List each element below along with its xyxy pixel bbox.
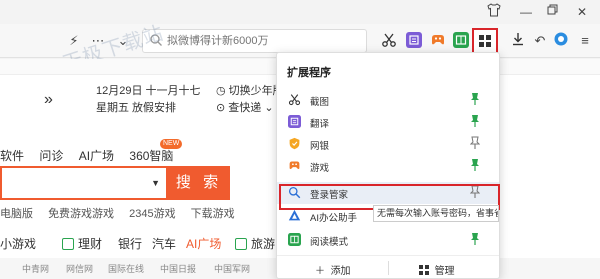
close-icon[interactable]: ✕ (572, 3, 592, 21)
nav-link[interactable]: 汽车 (152, 235, 176, 252)
scissors-icon[interactable] (381, 32, 397, 48)
quick-links: ◷ 切换少年版 ⊙ 查快递 ⌄ (216, 83, 284, 117)
grid-icon (479, 35, 491, 47)
bottom-link[interactable]: 中国军网 (214, 260, 250, 278)
bottom-link[interactable]: 中国日报 (160, 260, 196, 278)
pin-outline-icon[interactable] (470, 136, 480, 150)
add-extension-button[interactable]: ＋ 添加 (315, 262, 351, 277)
download-icon[interactable] (508, 31, 528, 51)
nav-row-1: 软件 问诊 AI广场 360智脑 (0, 147, 185, 164)
extension-label: 翻译 (310, 119, 330, 130)
extension-item-reader[interactable]: 阅读模式 (277, 229, 499, 251)
bottom-link[interactable]: 中青网 (22, 260, 49, 278)
restore-icon[interactable] (543, 3, 563, 21)
nav-link[interactable]: 360智脑 (129, 149, 173, 163)
hotword-link[interactable]: 下载游戏 (191, 208, 235, 220)
new-badge: NEW (160, 139, 183, 149)
tooltip: 无需每次输入账号密码，省事省心！ (373, 205, 499, 222)
nav-link-ai[interactable]: AI广场 (186, 235, 221, 252)
bottom-link[interactable]: 网信网 (66, 260, 93, 278)
popup-title: 扩展程序 (287, 67, 331, 79)
hotword-link[interactable]: 2345游戏 (129, 208, 175, 220)
gamepad-icon[interactable] (430, 32, 446, 48)
extensions-button[interactable] (472, 28, 498, 54)
youth-mode-link[interactable]: ◷ 切换少年版 (216, 83, 284, 100)
nav-link[interactable]: 小游戏 (0, 235, 36, 252)
finance-icon (62, 238, 74, 250)
divider (388, 261, 389, 275)
nav-link[interactable]: AI广场 (79, 149, 114, 163)
extension-label: 网银 (310, 141, 330, 152)
hotword-link[interactable]: 免费游戏游戏 (48, 208, 114, 220)
menu-icon[interactable]: ≡ (575, 31, 595, 51)
grid-icon (419, 265, 429, 275)
pin-icon[interactable] (470, 158, 480, 172)
nav-link[interactable]: 银行 (118, 235, 142, 252)
ai-assistant-icon (288, 209, 301, 221)
title-bar: — ✕ (0, 0, 600, 24)
travel-icon (235, 238, 247, 250)
translate-icon[interactable] (406, 32, 422, 48)
reader-icon[interactable] (453, 32, 469, 48)
nav-link[interactable]: 问诊 (39, 149, 63, 163)
browser-logo-icon[interactable] (551, 31, 571, 51)
main-search-input[interactable]: ▼ (0, 166, 168, 200)
extension-label: 游戏 (310, 163, 330, 174)
translate-icon (288, 115, 301, 128)
popup-footer: ＋ 添加 管理 (277, 255, 499, 279)
hotwords: 电脑版 免费游戏游戏 2345游戏 下载游戏 (0, 205, 247, 221)
double-arrow-icon[interactable]: » (44, 91, 53, 109)
search-button[interactable]: 搜 索 (168, 166, 230, 200)
nav-link-finance[interactable]: 理财 (62, 235, 102, 252)
search-box[interactable] (142, 29, 367, 53)
date-line-2[interactable]: 星期五 放假安排 (96, 100, 201, 117)
search-input[interactable] (167, 32, 357, 50)
hotword-link[interactable]: 电脑版 (0, 208, 33, 220)
minimize-icon[interactable]: — (516, 3, 536, 21)
shirt-icon[interactable] (484, 3, 504, 21)
manage-extensions-button[interactable]: 管理 (419, 262, 455, 277)
extension-item-translate[interactable]: 翻译 (277, 111, 499, 133)
gamepad-icon (289, 161, 300, 170)
nav-link-travel[interactable]: 旅游 (235, 235, 275, 252)
bank-shield-icon (289, 137, 300, 150)
extension-label: AI办公助手 (310, 213, 357, 224)
dropdown-caret-icon[interactable]: ▼ (151, 178, 160, 188)
reader-icon (288, 233, 301, 246)
pin-icon[interactable] (470, 114, 480, 128)
scissors-icon (288, 94, 301, 106)
pin-icon[interactable] (470, 92, 480, 106)
date-line-1: 12月29日 十一月十七 (96, 85, 201, 97)
undo-icon[interactable]: ↶ (530, 31, 550, 51)
extensions-popup: 扩展程序 截图 翻译 网银 游戏 登录管家 AI办公助手 阅读模式 ＋ 添加 管… (276, 52, 500, 279)
extension-item-screenshot[interactable]: 截图 (277, 89, 499, 111)
express-link[interactable]: ⊙ 查快递 ⌄ (216, 100, 284, 117)
extension-label: 阅读模式 (310, 237, 349, 248)
pin-icon[interactable] (470, 232, 480, 246)
extension-item-games[interactable]: 游戏 (277, 155, 499, 177)
bottom-link[interactable]: 国际在线 (108, 260, 144, 278)
extension-item-banking[interactable]: 网银 (277, 133, 499, 155)
date-info: 12月29日 十一月十七 星期五 放假安排 (96, 83, 201, 117)
extension-label: 截图 (310, 97, 330, 108)
nav-link[interactable]: 软件 (0, 149, 24, 163)
